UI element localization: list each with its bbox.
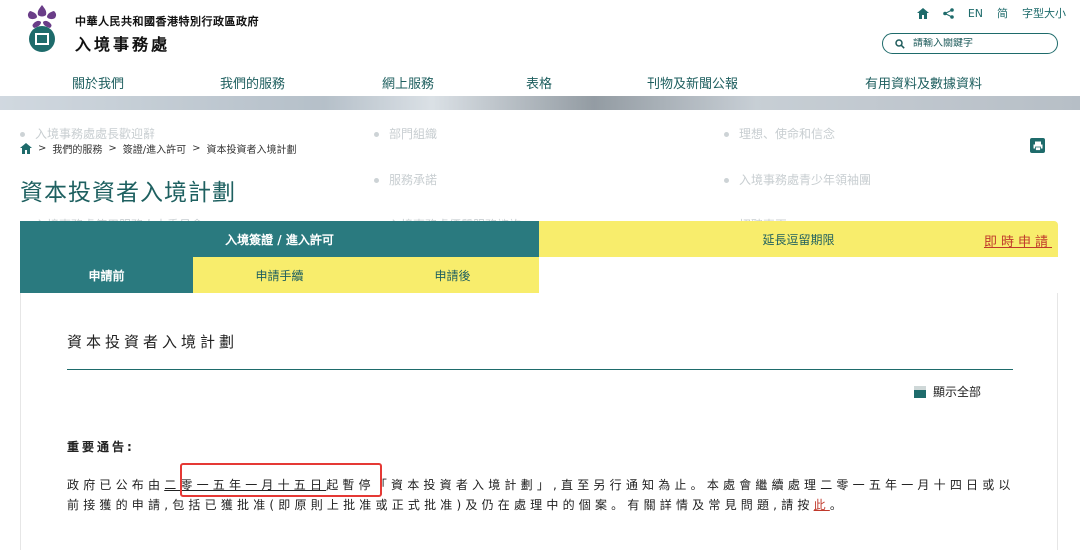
print-button[interactable] xyxy=(1030,138,1045,153)
main-nav: 關於我們 我們的服務 網上服務 表格 刊物及新聞公報 有用資料及數據資料 xyxy=(0,66,1080,96)
tab-label: 延長逗留期限 xyxy=(762,232,835,247)
details-link[interactable]: 此 xyxy=(814,498,830,512)
search-icon[interactable] xyxy=(895,38,905,49)
home-icon[interactable] xyxy=(20,143,32,154)
ghost-menu-item: 入境事務處處長歡迎辭 xyxy=(20,125,155,142)
breadcrumb-separator: > xyxy=(108,143,117,154)
nav-publications[interactable]: 刊物及新聞公報 xyxy=(647,73,738,92)
print-icon xyxy=(1033,141,1042,151)
content-panel: 資本投資者入境計劃 顯示全部 重要通告: 政府已公布由二零一五年一月十五日起暫停… xyxy=(20,293,1058,550)
ghost-menu-item: 服務承諾 xyxy=(374,171,437,188)
font-size-link[interactable]: 字型大小 xyxy=(1022,5,1066,21)
ghost-menu-item: 入境事務處青少年領袖團 xyxy=(724,171,871,188)
subtab-application-procedure[interactable]: 申請手續 xyxy=(193,257,366,293)
section-title: 資本投資者入境計劃 xyxy=(67,333,239,351)
search-box[interactable] xyxy=(882,33,1058,54)
nav-about-us[interactable]: 關於我們 xyxy=(72,73,124,92)
org-name-gov: 中華人民共和國香港特別行政區政府 xyxy=(75,15,259,28)
apply-now-link[interactable]: 即時申請 xyxy=(984,231,1052,250)
breadcrumb-separator: > xyxy=(192,143,201,154)
breadcrumb-item-services[interactable]: 我們的服務 xyxy=(52,141,102,156)
home-icon[interactable] xyxy=(916,7,929,19)
tab-label: 入境簽證 / 進入許可 xyxy=(225,232,334,247)
lang-en-link[interactable]: EN xyxy=(968,7,983,20)
nav-our-services[interactable]: 我們的服務 xyxy=(220,73,285,92)
show-all-label: 顯示全部 xyxy=(933,385,982,399)
notice-heading: 重要通告: xyxy=(67,440,135,454)
nav-online-services[interactable]: 網上服務 xyxy=(382,73,434,92)
share-icon[interactable] xyxy=(943,7,954,19)
page-title: 資本投資者入境計劃 xyxy=(20,180,236,206)
breadcrumb-item-visa[interactable]: 簽證/進入許可 xyxy=(123,141,186,156)
breadcrumb: > 我們的服務 > 簽證/進入許可 > 資本投資者入境計劃 xyxy=(20,141,297,156)
org-name-department: 入境事務處 xyxy=(75,35,171,54)
nav-forms[interactable]: 表格 xyxy=(526,73,552,92)
subtab-after-application[interactable]: 申請後 xyxy=(366,257,539,293)
lang-sc-link[interactable]: 简 xyxy=(997,5,1008,21)
notice-text-pre: 政府已公布由 xyxy=(67,478,165,492)
tab-visa-entry-permit[interactable]: 入境簽證 / 進入許可 xyxy=(20,221,539,257)
notice-effective-date: 二零一五年一月十五日 xyxy=(164,478,327,492)
breadcrumb-item-current: 資本投資者入境計劃 xyxy=(206,145,297,156)
notice-body: 政府已公布由二零一五年一月十五日起暫停「資本投資者入境計劃」,直至另行通知為止。… xyxy=(67,475,1017,515)
hk-bauhinia-emblem-icon[interactable] xyxy=(20,3,64,55)
subtab-before-application[interactable]: 申請前 xyxy=(20,257,193,293)
show-all-toggle[interactable]: 顯示全部 xyxy=(914,383,981,400)
ghost-menu-item: 理想、使命和信念 xyxy=(724,125,835,142)
nav-useful-info[interactable]: 有用資料及數據資料 xyxy=(865,73,982,92)
utility-bar: EN 简 字型大小 xyxy=(916,5,1066,21)
primary-tab-bar: 入境簽證 / 進入許可 延長逗留期限 即時申請 xyxy=(20,221,1058,257)
ghost-menu-item: 部門組織 xyxy=(374,125,437,142)
banner-overlay xyxy=(0,96,1080,110)
section-divider xyxy=(67,369,1013,370)
notice-text-end: 。 xyxy=(829,498,847,512)
tab-extension-of-stay[interactable]: 延長逗留期限 xyxy=(539,221,1058,257)
breadcrumb-separator: > xyxy=(38,143,47,154)
expand-all-icon xyxy=(914,385,926,398)
search-input[interactable] xyxy=(913,38,1043,49)
